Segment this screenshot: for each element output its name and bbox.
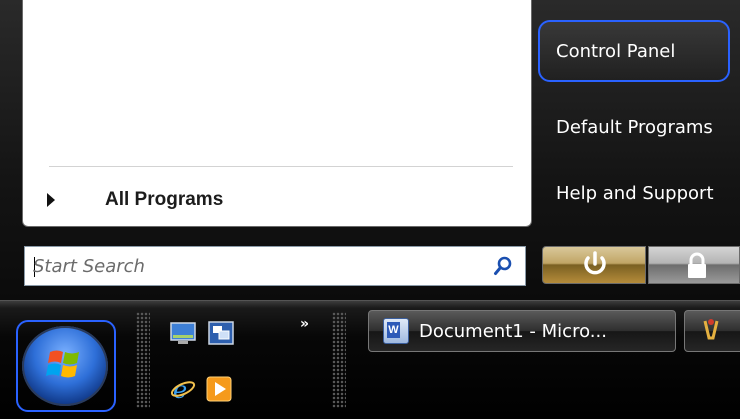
paint-icon [703,319,719,340]
internet-explorer-icon[interactable]: e [170,376,196,402]
arrow-right-icon [47,193,55,207]
quick-launch-more-button[interactable]: » [300,316,309,332]
search-icon[interactable] [493,256,513,276]
all-programs-label: All Programs [105,189,224,210]
taskbar-button-label: Document1 - Micro... [419,320,607,342]
start-search-box[interactable] [24,246,526,286]
switch-windows-icon[interactable] [208,320,234,346]
taskbar-grip[interactable] [332,312,346,408]
menu-item-default-programs[interactable]: Default Programs [542,98,740,156]
start-menu-left-pane: All Programs [22,0,532,227]
menu-item-label: Control Panel [556,40,676,62]
menu-item-help-and-support[interactable]: Help and Support [542,164,740,222]
taskbar-button-document1[interactable]: W Document1 - Micro... [368,310,676,352]
lock-button[interactable] [648,246,740,284]
menu-item-label: Help and Support [556,182,714,204]
quick-launch-grip[interactable] [136,312,150,408]
word-document-icon: W [383,318,409,344]
start-search-input[interactable] [33,247,473,285]
power-button[interactable] [542,246,646,284]
taskbar-button-paint[interactable] [684,310,740,352]
menu-item-control-panel[interactable]: Control Panel [542,20,740,82]
windows-logo-icon [46,350,79,378]
show-desktop-icon[interactable] [170,320,196,346]
start-button[interactable] [22,326,108,406]
lock-icon [688,252,706,278]
media-player-icon[interactable] [206,376,232,402]
menu-item-label: Default Programs [556,116,713,138]
power-icon [584,251,606,275]
divider [49,166,513,167]
start-menu: All Programs Control Panel Default Progr… [0,0,740,300]
all-programs-button[interactable]: All Programs [47,182,507,218]
